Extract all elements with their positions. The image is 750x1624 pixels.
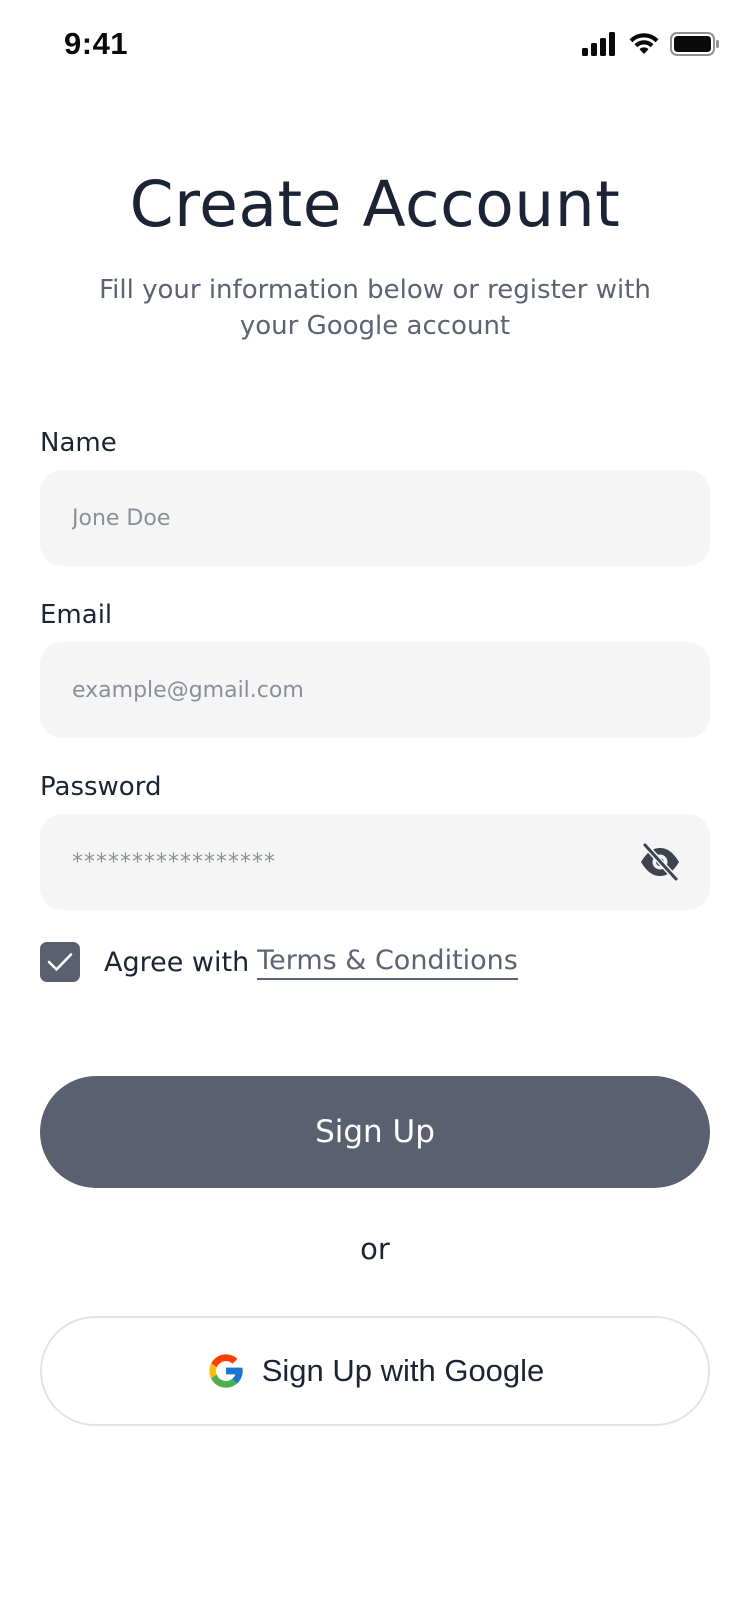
password-visibility-toggle[interactable]	[638, 840, 682, 884]
or-divider-text: or	[360, 1232, 390, 1266]
page-subtitle: Fill your information below or register …	[99, 275, 651, 341]
battery-icon	[670, 32, 719, 56]
cellular-signal-icon	[582, 32, 615, 56]
name-field-container	[40, 470, 710, 566]
eye-off-icon	[641, 842, 679, 882]
google-sign-up-label: Sign Up with Google	[261, 1353, 545, 1388]
password-input[interactable]	[72, 849, 638, 875]
terms-link[interactable]: Terms & Conditions	[257, 945, 518, 980]
page-title: Create Account	[129, 168, 621, 241]
sign-up-button[interactable]: Sign Up	[40, 1076, 710, 1188]
google-sign-up-button[interactable]: Sign Up with Google	[40, 1316, 710, 1426]
google-icon	[209, 1354, 243, 1388]
password-label: Password	[40, 772, 162, 802]
status-time: 9:41	[64, 26, 129, 61]
status-bar: 9:41	[0, 0, 750, 92]
agree-row: Agree with Terms & Conditions	[40, 942, 518, 982]
name-label: Name	[40, 428, 117, 458]
wifi-icon	[629, 33, 659, 54]
email-input[interactable]	[72, 677, 682, 703]
agree-text: Agree with	[104, 946, 250, 978]
password-field-container	[40, 814, 710, 910]
name-input[interactable]	[72, 505, 682, 531]
agree-checkbox[interactable]	[40, 942, 80, 982]
checkmark-icon	[47, 953, 73, 971]
status-icons	[582, 32, 720, 56]
email-field-container	[40, 642, 710, 738]
email-label: Email	[40, 600, 113, 630]
